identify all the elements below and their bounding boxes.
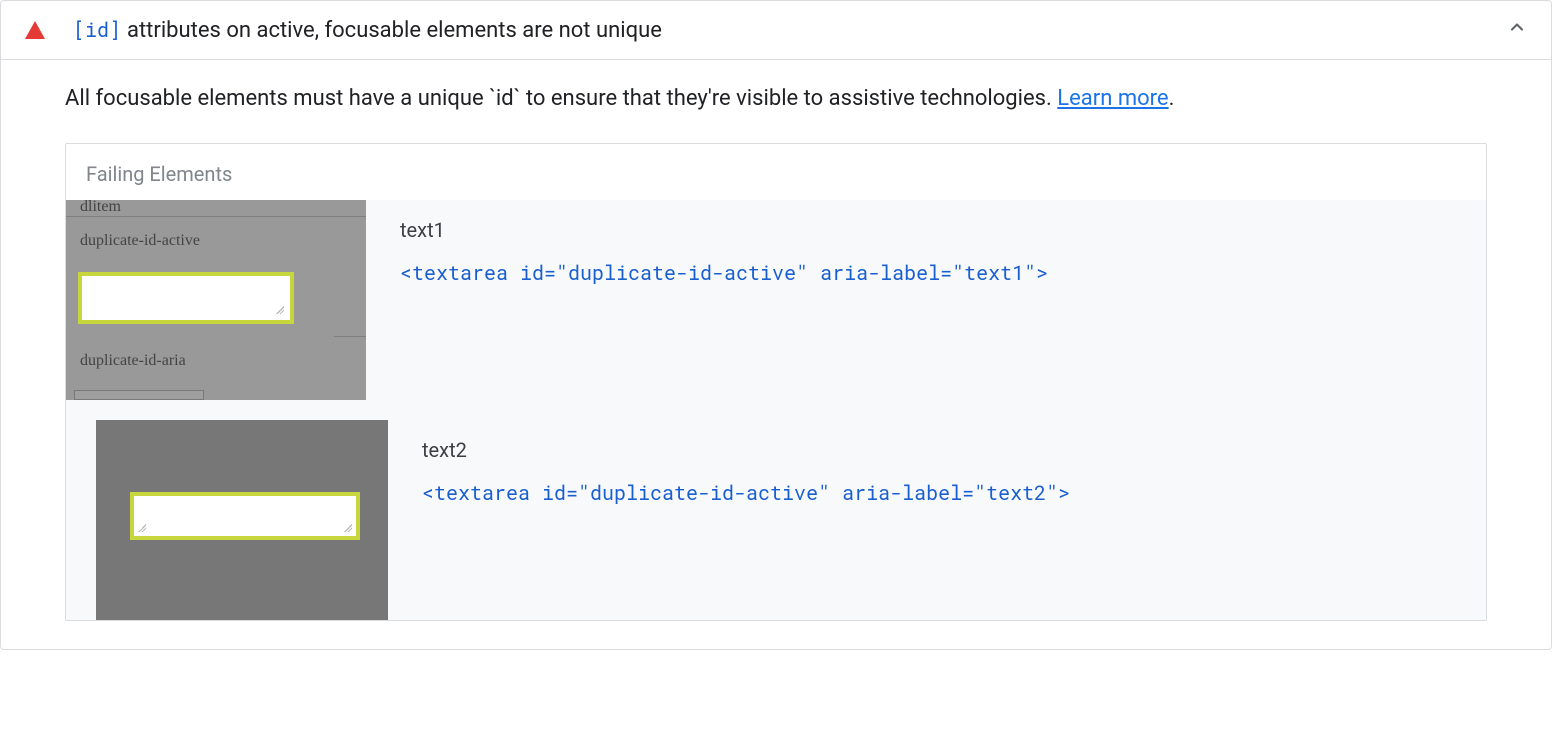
learn-more-link[interactable]: Learn more [1057,86,1168,111]
description-period: . [1169,86,1175,111]
audit-item: [id] attributes on active, focusable ele… [0,0,1552,650]
failing-elements-heading: Failing Elements [66,144,1486,200]
audit-title-text: attributes on active, focusable elements… [127,18,662,43]
failing-item[interactable]: dlitem duplicate-id-active duplicate-id-… [66,200,1486,420]
audit-title: [id] attributes on active, focusable ele… [73,17,1507,43]
failing-item[interactable]: text2 <textarea id="duplicate-id-active"… [66,420,1486,620]
element-thumbnail [96,420,388,620]
failing-item-snippet: <textarea id="duplicate-id-active" aria-… [422,480,1070,506]
description-text: All focusable elements must have a uniqu… [65,86,1057,111]
highlighted-element [130,492,360,540]
audit-code-badge: [id] [73,17,121,43]
failing-item-details: text1 <textarea id="duplicate-id-active"… [400,200,1048,286]
audit-description: All focusable elements must have a uniqu… [65,84,1487,115]
audit-header[interactable]: [id] attributes on active, focusable ele… [1,1,1551,60]
chevron-up-icon[interactable] [1507,17,1527,43]
failing-elements-panel: Failing Elements dlitem duplicate-id-act… [65,143,1487,621]
audit-body: All focusable elements must have a uniqu… [1,60,1551,649]
failing-item-snippet: <textarea id="duplicate-id-active" aria-… [400,260,1048,286]
error-triangle-icon [25,21,45,39]
failing-elements-list: dlitem duplicate-id-active duplicate-id-… [66,200,1486,620]
element-thumbnail: dlitem duplicate-id-active duplicate-id-… [66,200,366,400]
failing-item-label: text2 [422,438,1070,462]
failing-item-details: text2 <textarea id="duplicate-id-active"… [422,420,1070,506]
failing-item-label: text1 [400,218,1048,242]
highlighted-element [78,272,294,324]
